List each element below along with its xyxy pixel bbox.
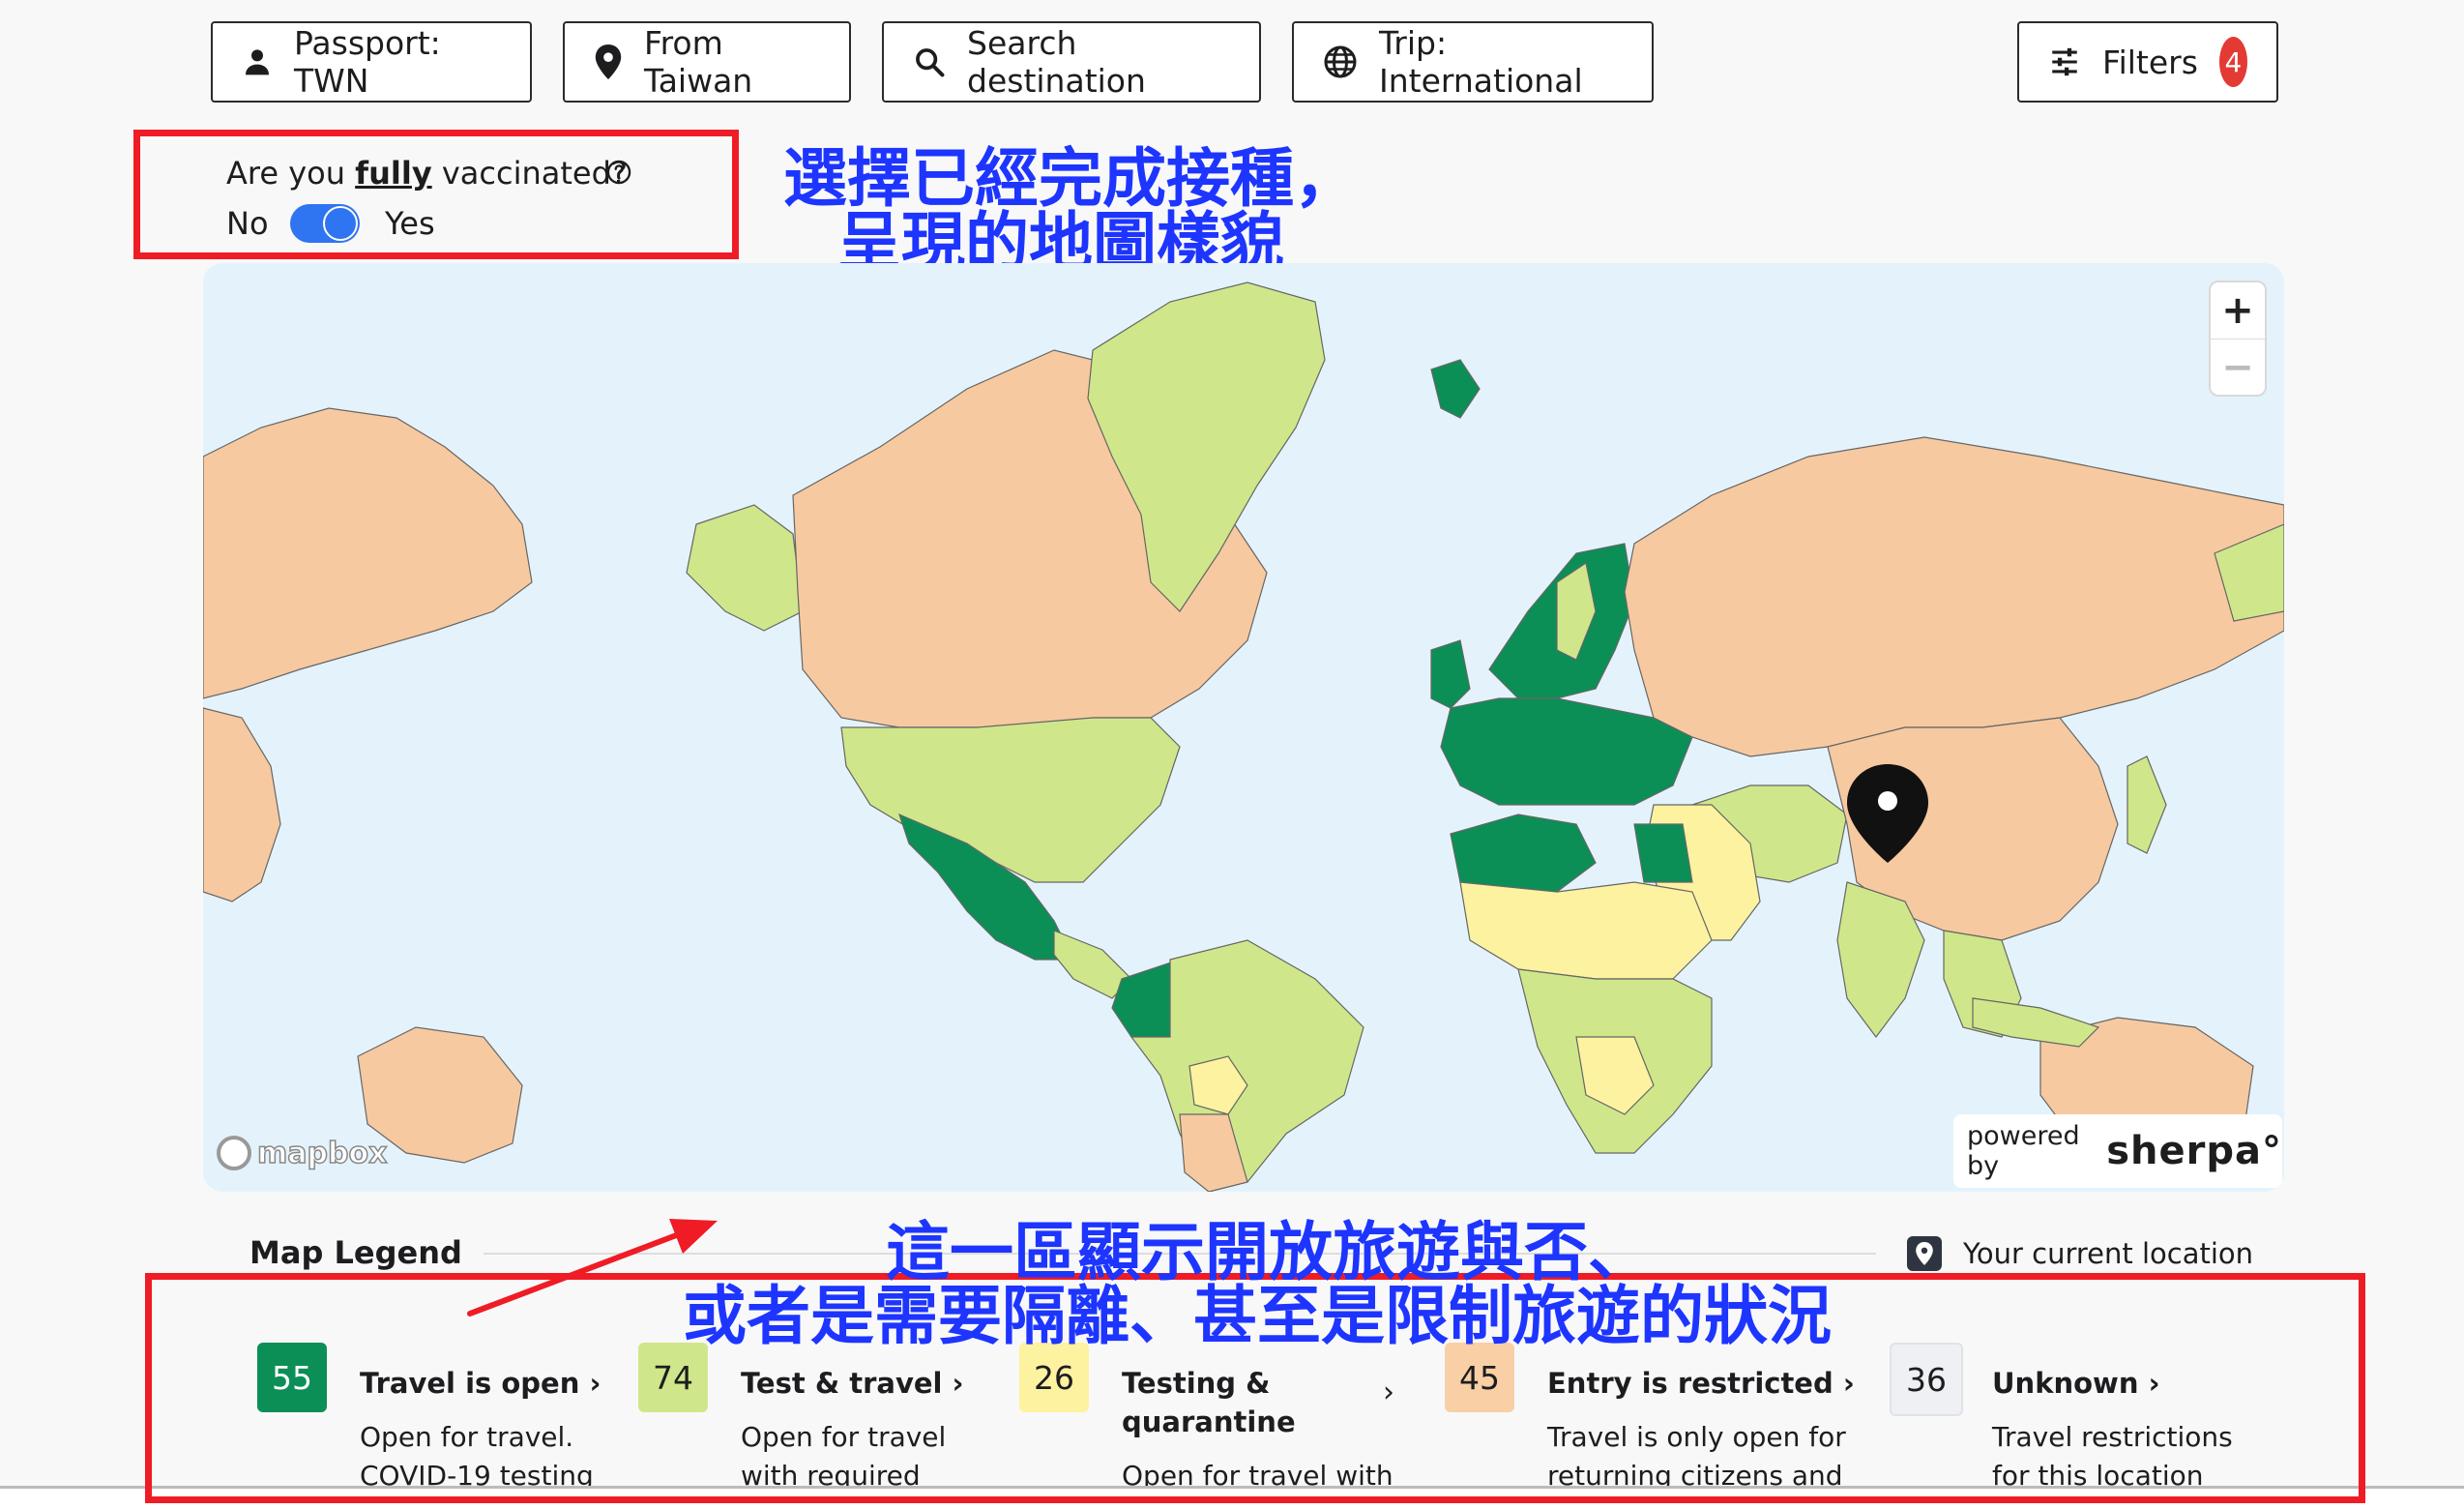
- location-pin-icon: [595, 44, 622, 79]
- mapbox-logo-text: mapbox: [256, 1136, 388, 1171]
- search-label: Search destination: [967, 24, 1146, 100]
- annotation-bottom-line1: 這一區顯示開放旅遊與否、: [886, 1215, 1652, 1289]
- filters-label: Filters: [2102, 43, 2198, 81]
- passport-button[interactable]: Passport: TWN: [211, 21, 532, 103]
- search-icon: [916, 48, 945, 77]
- map-region-sahel[interactable]: [1459, 881, 1713, 980]
- trip-label: Trip: International: [1379, 24, 1583, 100]
- map-region-alaska[interactable]: [686, 504, 804, 632]
- map-region-egypt[interactable]: [1633, 823, 1693, 883]
- filters-count-badge: 4: [2218, 37, 2247, 87]
- map-region-north-africa[interactable]: [1450, 814, 1597, 893]
- globe-icon: [1324, 45, 1357, 78]
- trip-type-button[interactable]: Trip: International: [1292, 21, 1654, 103]
- world-map-canvas: [203, 281, 2284, 1192]
- person-icon: [246, 49, 269, 75]
- map-region-east-asia-left[interactable]: [203, 707, 281, 902]
- filters-button[interactable]: Filters 4: [2017, 21, 2278, 103]
- map-region-indonesia[interactable]: [1972, 997, 2100, 1048]
- current-location-icon: [1907, 1236, 1942, 1271]
- from-location-button[interactable]: From Taiwan: [563, 21, 851, 103]
- map-region-japan[interactable]: [2127, 755, 2167, 854]
- powered-by-label: powered by: [1967, 1121, 2080, 1181]
- search-destination-button[interactable]: Search destination: [882, 21, 1261, 103]
- zoom-out-button[interactable]: −: [2211, 339, 2265, 396]
- powered-by-sherpa[interactable]: powered by sherpa°: [1953, 1114, 2282, 1188]
- map-region-uk[interactable]: [1430, 639, 1471, 709]
- current-location-label: Your current location: [1963, 1237, 2254, 1270]
- current-location-legend: Your current location: [1907, 1236, 2253, 1271]
- annotation-bottom-line2: 或者是需要隔離、甚至是限制旅遊的狀況: [683, 1279, 1832, 1353]
- map-region-alaska-west[interactable]: [203, 407, 533, 699]
- passport-label: Passport: TWN: [294, 24, 441, 100]
- mapbox-logo-icon: [217, 1136, 251, 1170]
- world-map[interactable]: [203, 263, 2284, 1192]
- map-region-svalbard[interactable]: [1430, 359, 1481, 419]
- mapbox-logo[interactable]: mapbox: [217, 1136, 388, 1171]
- annotation-arrow-icon: [467, 1219, 718, 1317]
- sliders-icon: [2052, 47, 2077, 76]
- annotation-top-line1: 選擇已經完成接種，: [783, 141, 1358, 216]
- zoom-in-button[interactable]: +: [2211, 282, 2265, 339]
- vaccination-highlight-box: [133, 130, 739, 259]
- map-region-usa[interactable]: [840, 717, 1181, 883]
- sherpa-brand: sherpa°: [2106, 1129, 2282, 1173]
- map-region-russia[interactable]: [1624, 436, 2284, 757]
- map-legend-title: Map Legend: [249, 1234, 462, 1271]
- map-zoom-controls: + −: [2209, 281, 2267, 397]
- from-label: From Taiwan: [644, 24, 753, 100]
